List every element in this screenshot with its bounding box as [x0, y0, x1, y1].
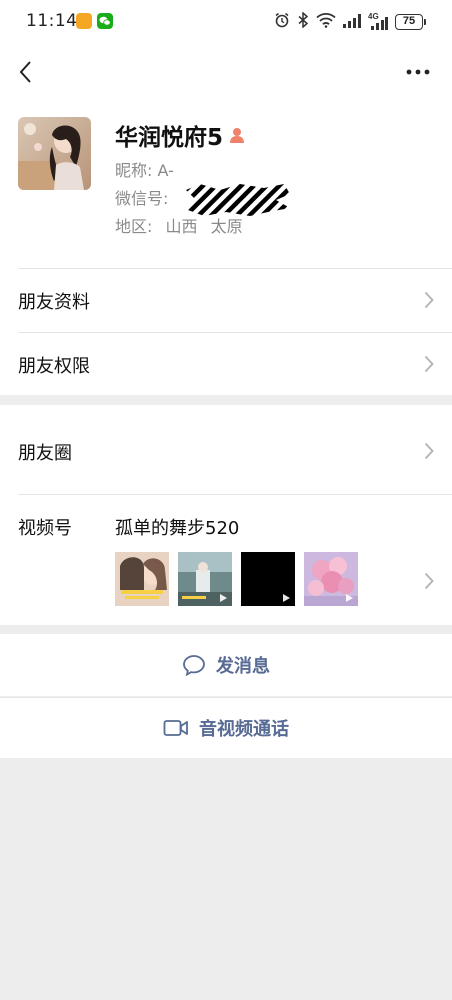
friend-permissions-label: 朋友权限	[18, 356, 90, 377]
video-call-label: 音视频通话	[199, 718, 289, 740]
battery-level: 75	[395, 14, 423, 30]
profile-name-row: 华润悦府5	[115, 118, 246, 152]
nickname-label: 昵称:	[115, 161, 153, 180]
video-call-button[interactable]: 音视频通话	[0, 697, 452, 758]
status-time: 11:14	[26, 11, 78, 31]
channels-label: 视频号	[18, 518, 72, 539]
send-message-action: 发消息	[0, 634, 452, 696]
moments-row[interactable]: 朋友圈	[0, 405, 452, 494]
region-province: 山西	[165, 217, 198, 236]
alarm-icon	[274, 12, 290, 32]
profile-header: 华润悦府5 昵称: A- 微信号: 地区: 山西 太原	[0, 100, 452, 268]
app-notification-icon	[76, 13, 92, 29]
signal-icon	[343, 13, 361, 32]
bluetooth-icon	[297, 11, 309, 32]
region-label: 地区:	[115, 217, 153, 236]
profile-name: 华润悦府5	[115, 125, 224, 151]
video-thumbnail[interactable]	[115, 552, 169, 606]
chevron-right-icon	[424, 442, 434, 460]
wifi-icon	[316, 12, 336, 32]
chevron-right-icon	[424, 572, 434, 590]
battery-icon: 75	[395, 14, 426, 30]
divider	[18, 494, 452, 495]
gender-female-icon	[228, 126, 246, 148]
play-icon	[220, 594, 227, 602]
chevron-right-icon	[424, 355, 434, 373]
video-thumbnail[interactable]	[178, 552, 232, 606]
back-button[interactable]	[8, 54, 44, 90]
chevron-right-icon	[424, 291, 434, 309]
video-thumbnail[interactable]	[304, 552, 358, 606]
friend-permissions-row[interactable]: 朋友权限	[0, 332, 452, 395]
nav-bar	[0, 44, 452, 100]
nickname-value: A-	[157, 161, 174, 180]
wechat-id-line: 微信号:	[115, 185, 168, 209]
play-icon	[346, 594, 353, 602]
more-button[interactable]	[398, 54, 438, 90]
status-bar: 11:14 4G 75	[0, 0, 452, 44]
chat-bubble-icon	[183, 655, 205, 676]
region-line: 地区: 山西 太原	[115, 213, 243, 237]
divider	[18, 332, 452, 333]
chevron-left-icon	[19, 61, 31, 83]
channel-name: 孤单的舞步520	[115, 518, 240, 539]
send-message-label: 发消息	[216, 656, 270, 677]
channel-thumbnails	[115, 552, 358, 606]
play-icon	[283, 594, 290, 602]
wechat-id-label: 微信号:	[115, 189, 169, 208]
avatar[interactable]	[18, 117, 91, 190]
friend-profile-label: 朋友资料	[18, 292, 90, 313]
signal-4g-icon: 4G	[368, 12, 388, 30]
friend-profile-row[interactable]: 朋友资料	[0, 268, 452, 332]
status-icons: 4G 75	[274, 11, 426, 32]
divider	[18, 268, 452, 269]
moments-label: 朋友圈	[18, 443, 72, 464]
video-thumbnail[interactable]	[241, 552, 295, 606]
wechat-notification-icon	[97, 13, 113, 29]
video-camera-icon	[163, 719, 188, 736]
region-city: 太原	[210, 217, 243, 236]
channels-row[interactable]: 视频号 孤单的舞步520	[0, 494, 452, 625]
more-dots-icon	[406, 69, 430, 75]
send-message-button[interactable]: 发消息	[0, 634, 452, 696]
nickname-line: 昵称: A-	[115, 157, 174, 181]
video-call-action: 音视频通话	[0, 697, 452, 758]
